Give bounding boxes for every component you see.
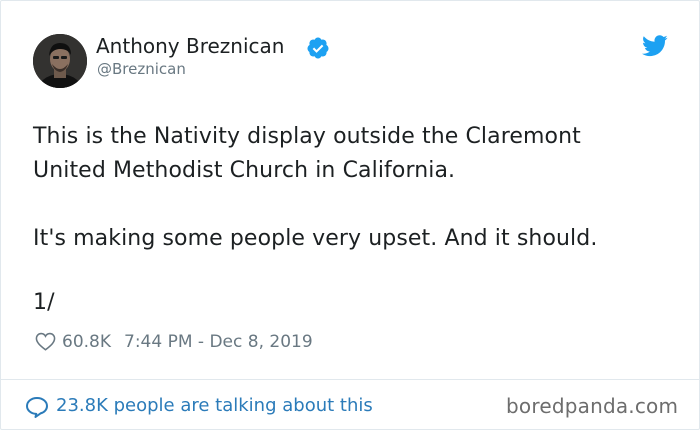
avatar[interactable] xyxy=(33,34,87,88)
twitter-bird-icon[interactable] xyxy=(642,35,668,57)
author-handle[interactable]: @Breznican xyxy=(97,60,186,78)
tweet-card: Anthony Breznican @Breznican This is the… xyxy=(0,0,700,430)
conversation-link[interactable]: 23.8K people are talking about this xyxy=(56,395,373,416)
speech-bubble-icon[interactable] xyxy=(25,396,49,418)
watermark: boredpanda.com xyxy=(506,394,679,418)
tweet-text-line-1: This is the Nativity display outside the… xyxy=(33,124,581,149)
divider xyxy=(1,379,699,380)
like-count[interactable]: 60.8K xyxy=(62,332,111,352)
profile-photo xyxy=(33,34,87,88)
author-name[interactable]: Anthony Breznican xyxy=(96,34,284,58)
tweet-date[interactable]: Dec 8, 2019 xyxy=(209,332,312,352)
meta-separator: - xyxy=(197,332,205,352)
tweet-text-line-2: United Methodist Church in California. xyxy=(33,158,456,183)
tweet-time[interactable]: 7:44 PM xyxy=(124,332,193,352)
verified-badge-icon xyxy=(307,37,329,59)
tweet-text-line-4: 1/ xyxy=(33,290,55,315)
heart-outline-icon[interactable] xyxy=(35,332,56,351)
tweet-text-line-3: It's making some people very upset. And … xyxy=(33,226,598,251)
tweet-meta: 60.8K 7:44 PM - Dec 8, 2019 xyxy=(62,332,313,352)
